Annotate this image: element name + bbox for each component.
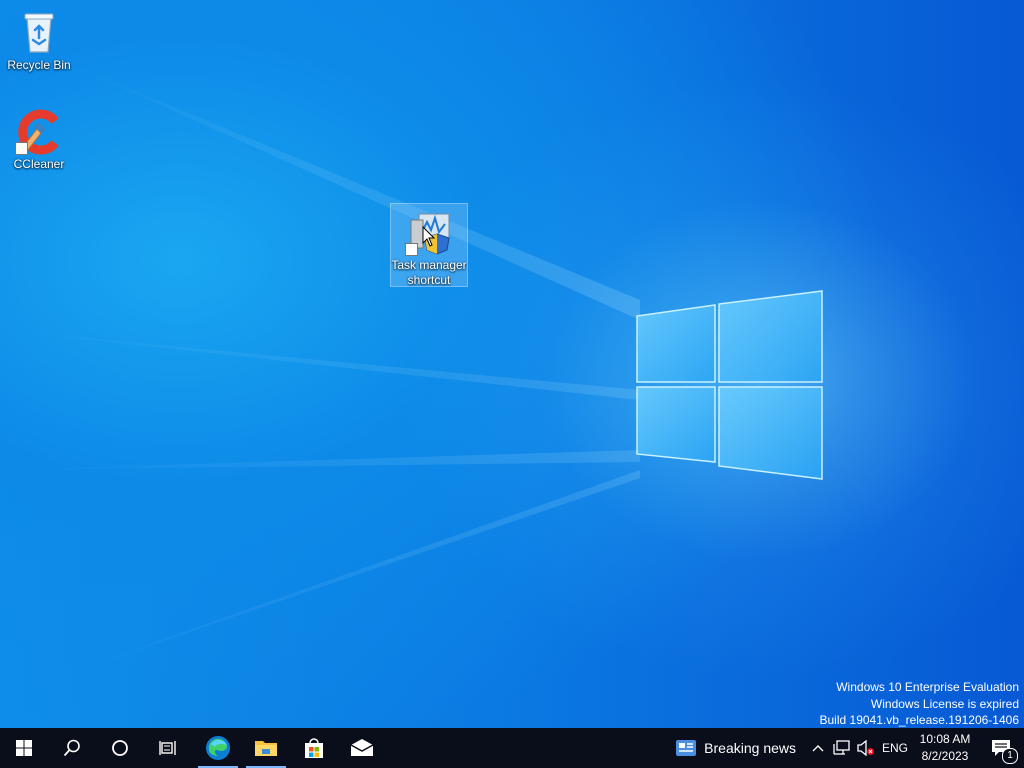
taskbar-file-explorer-button[interactable] [242, 728, 290, 768]
windows-logo-icon [16, 740, 32, 756]
taskbar-edge-button[interactable] [194, 728, 242, 768]
edge-icon [206, 736, 230, 760]
start-button[interactable] [0, 728, 48, 768]
recycle-bin-icon [15, 8, 63, 56]
desktop-icon-label: Task manager shortcut [391, 258, 467, 287]
search-button[interactable] [48, 728, 96, 768]
shortcut-arrow-icon [15, 142, 28, 155]
shortcut-arrow-icon [405, 243, 418, 256]
notification-count-badge: 1 [1002, 748, 1018, 764]
clock-date: 8/2/2023 [921, 749, 969, 763]
folder-icon [255, 741, 277, 756]
desktop-icon-label: Recycle Bin [7, 58, 71, 72]
task-view-icon [159, 741, 176, 755]
desktop-icon-ccleaner[interactable]: CCleaner [1, 103, 77, 172]
news-icon [676, 740, 697, 756]
wallpaper-beams [0, 60, 823, 690]
wallpaper-windows-logo [636, 290, 823, 480]
news-widget[interactable]: Breaking news [666, 728, 806, 768]
language-label: ENG [881, 741, 908, 755]
search-icon [63, 739, 80, 757]
watermark-license: Windows License is expired [870, 696, 1019, 711]
cortana-button[interactable] [96, 728, 144, 768]
task-view-button[interactable] [144, 728, 192, 768]
watermark-edition: Windows 10 Enterprise Evaluation [836, 680, 1019, 694]
activation-watermark: Windows 10 Enterprise Evaluation Windows… [820, 679, 1020, 728]
news-label: Breaking news [704, 740, 796, 756]
network-icon [833, 740, 850, 755]
desktop-icon-recycle-bin[interactable]: Recycle Bin [1, 4, 77, 73]
watermark-build: Build 19041.vb_release.191206-1406 [819, 713, 1020, 727]
store-bag-icon [305, 738, 323, 758]
taskbar: Breaking news ENG 10:08 AM 8/2/2023 1 [0, 728, 1024, 768]
network-button[interactable] [830, 728, 854, 768]
volume-button[interactable] [854, 728, 878, 768]
taskbar-store-button[interactable] [290, 728, 338, 768]
action-center-button[interactable]: 1 [978, 728, 1024, 768]
show-hidden-icons-button[interactable] [806, 728, 830, 768]
chevron-up-icon [812, 745, 824, 752]
volume-muted-icon [857, 740, 874, 756]
circle-icon [112, 740, 128, 756]
desktop-icon-label: CCleaner [13, 157, 65, 171]
ccleaner-icon [15, 107, 63, 155]
clock[interactable]: 10:08 AM 8/2/2023 [912, 728, 978, 768]
taskbar-mail-button[interactable] [338, 728, 386, 768]
clock-time: 10:08 AM [919, 732, 971, 746]
desktop[interactable]: Recycle Bin CCleaner Task manager shortc… [0, 0, 1024, 728]
language-indicator[interactable]: ENG [878, 728, 912, 768]
mouse-cursor-icon [422, 226, 436, 247]
system-tray: Breaking news ENG 10:08 AM 8/2/2023 1 [666, 728, 1024, 768]
mail-icon [350, 739, 374, 756]
